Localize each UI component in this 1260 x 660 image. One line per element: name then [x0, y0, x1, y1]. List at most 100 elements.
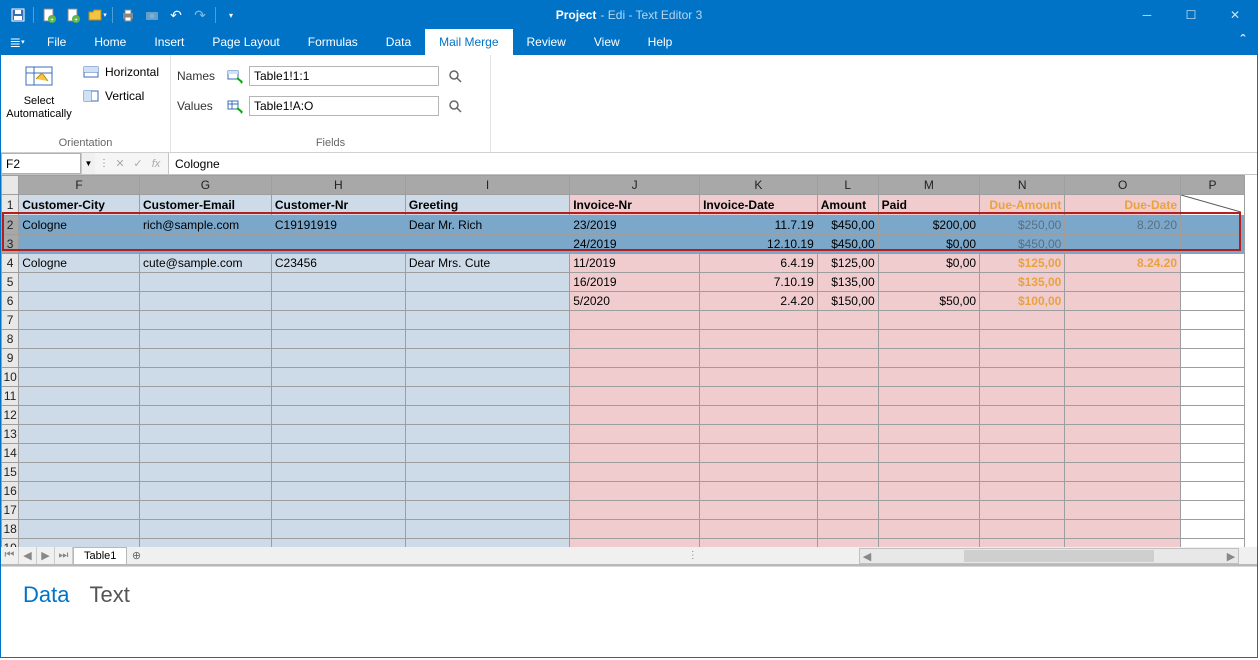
tab-last-icon[interactable]: ⏭	[55, 547, 73, 564]
col-header-G[interactable]: G	[139, 176, 271, 195]
row-header-18[interactable]: 18	[2, 520, 19, 539]
cell[interactable]: $200,00	[878, 216, 979, 235]
cell[interactable]	[1181, 482, 1245, 501]
cell[interactable]	[1065, 273, 1181, 292]
col-header-K[interactable]: K	[700, 176, 818, 195]
cell[interactable]	[139, 406, 271, 425]
cell[interactable]: Dear Mr. Rich	[405, 216, 569, 235]
sheet-tab[interactable]: Table1	[73, 547, 127, 564]
menu-formulas[interactable]: Formulas	[294, 29, 372, 55]
header-cell[interactable]: Amount	[817, 195, 878, 216]
cell[interactable]	[980, 463, 1065, 482]
cell[interactable]	[405, 273, 569, 292]
row-header-6[interactable]: 6	[2, 292, 19, 311]
cell[interactable]: 8.20.20	[1065, 216, 1181, 235]
cell[interactable]	[1065, 425, 1181, 444]
menu-help[interactable]: Help	[634, 29, 687, 55]
cell[interactable]	[700, 520, 818, 539]
cell[interactable]	[19, 235, 140, 254]
cell[interactable]: Cologne	[19, 216, 140, 235]
cell[interactable]	[1065, 482, 1181, 501]
cell[interactable]	[19, 330, 140, 349]
cell[interactable]	[139, 273, 271, 292]
cell[interactable]: 11.7.19	[700, 216, 818, 235]
cell[interactable]	[139, 482, 271, 501]
cell[interactable]	[271, 273, 405, 292]
cell[interactable]	[1065, 444, 1181, 463]
cell[interactable]	[1065, 520, 1181, 539]
cell[interactable]	[700, 482, 818, 501]
cell[interactable]	[139, 539, 271, 548]
header-cell[interactable]: Paid	[878, 195, 979, 216]
cell[interactable]	[570, 368, 700, 387]
values-input[interactable]	[249, 96, 439, 116]
cell[interactable]	[570, 387, 700, 406]
cell[interactable]	[19, 501, 140, 520]
row-header-16[interactable]: 16	[2, 482, 19, 501]
qat-customize-icon[interactable]: ▾	[220, 4, 242, 26]
cell[interactable]	[405, 539, 569, 548]
col-header-H[interactable]: H	[271, 176, 405, 195]
cell[interactable]: rich@sample.com	[139, 216, 271, 235]
formula-input[interactable]: Cologne	[168, 153, 1257, 174]
cell[interactable]	[817, 444, 878, 463]
cell[interactable]: 12.10.19	[700, 235, 818, 254]
cell[interactable]	[19, 463, 140, 482]
name-box[interactable]: F2	[1, 153, 81, 174]
cell[interactable]: 23/2019	[570, 216, 700, 235]
cell[interactable]	[19, 273, 140, 292]
cell[interactable]	[405, 311, 569, 330]
cell[interactable]	[1065, 330, 1181, 349]
cell[interactable]: cute@sample.com	[139, 254, 271, 273]
cell[interactable]	[1181, 292, 1245, 311]
cell[interactable]	[271, 292, 405, 311]
cell[interactable]	[139, 349, 271, 368]
cell[interactable]	[700, 463, 818, 482]
cell[interactable]: Dear Mrs. Cute	[405, 254, 569, 273]
cell[interactable]: $100,00	[980, 292, 1065, 311]
cell[interactable]	[570, 330, 700, 349]
row-header-2[interactable]: 2	[2, 216, 19, 235]
doc-plus-icon[interactable]: +	[62, 4, 84, 26]
header-cell[interactable]: Due-Amount	[980, 195, 1065, 216]
cell[interactable]	[1181, 501, 1245, 520]
col-header-O[interactable]: O	[1065, 176, 1181, 195]
cell[interactable]	[980, 406, 1065, 425]
row-header-11[interactable]: 11	[2, 387, 19, 406]
cell[interactable]	[405, 482, 569, 501]
cell[interactable]	[878, 444, 979, 463]
cell[interactable]: C23456	[271, 254, 405, 273]
cell[interactable]	[570, 501, 700, 520]
cell[interactable]	[405, 463, 569, 482]
cell[interactable]	[817, 406, 878, 425]
cell[interactable]: 7.10.19	[700, 273, 818, 292]
cell[interactable]	[878, 501, 979, 520]
cell[interactable]	[271, 463, 405, 482]
horizontal-button[interactable]: Horizontal	[77, 61, 165, 83]
cell[interactable]	[980, 311, 1065, 330]
cell[interactable]	[817, 539, 878, 548]
cell[interactable]	[19, 444, 140, 463]
cell[interactable]	[405, 425, 569, 444]
cell[interactable]	[1181, 444, 1245, 463]
app-menu-icon[interactable]: ≣ ▾	[1, 29, 33, 55]
cell[interactable]: $450,00	[817, 235, 878, 254]
menu-file[interactable]: File	[33, 29, 80, 55]
row-header-4[interactable]: 4	[2, 254, 19, 273]
names-search-icon[interactable]	[445, 66, 465, 86]
cell[interactable]: 6.4.19	[700, 254, 818, 273]
names-input[interactable]	[249, 66, 439, 86]
cell[interactable]	[878, 273, 979, 292]
cell[interactable]	[980, 520, 1065, 539]
cell[interactable]	[1065, 387, 1181, 406]
cell[interactable]	[1181, 254, 1245, 273]
cell[interactable]	[817, 501, 878, 520]
col-header-L[interactable]: L	[817, 176, 878, 195]
header-cell[interactable]: Greeting	[405, 195, 569, 216]
redo-icon[interactable]: ↷	[189, 4, 211, 26]
row-header-9[interactable]: 9	[2, 349, 19, 368]
cell[interactable]	[980, 387, 1065, 406]
select-all-corner[interactable]	[2, 176, 19, 195]
horizontal-scrollbar[interactable]: ◀ ▶	[859, 548, 1239, 564]
cell[interactable]	[271, 482, 405, 501]
